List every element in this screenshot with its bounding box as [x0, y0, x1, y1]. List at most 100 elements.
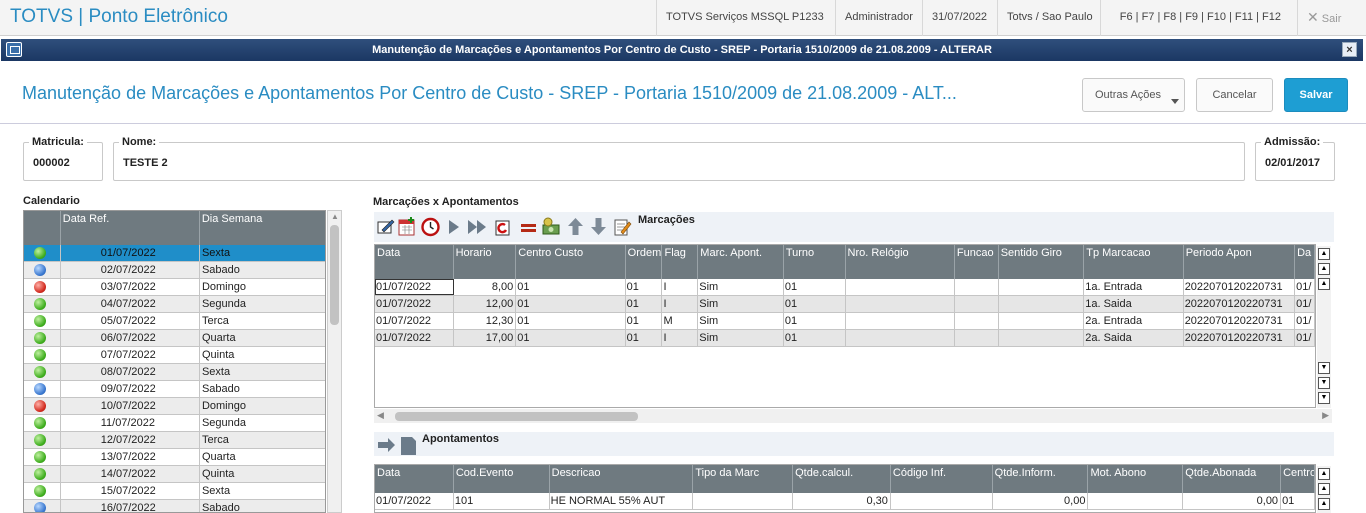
table-cell: 01	[516, 279, 626, 295]
table-row[interactable]: 01/07/2022 8,00 01 01 I Sim 01 1a. Entrada 20220…	[375, 279, 1315, 296]
calendar-row[interactable]: 12/07/2022 Terca	[24, 432, 325, 449]
column-header[interactable]: Centro	[1281, 465, 1315, 493]
calendar-row[interactable]: 08/07/2022 Sexta	[24, 364, 325, 381]
move-first-icon[interactable]: ▲	[1318, 248, 1330, 260]
move-down-icon[interactable]: ▼	[1318, 362, 1330, 374]
arrow-right-icon[interactable]	[377, 435, 396, 456]
calendar-row[interactable]: 03/07/2022 Domingo	[24, 279, 325, 296]
status-cell	[24, 466, 61, 482]
calendar-row[interactable]: 09/07/2022 Sabado	[24, 381, 325, 398]
calendar-row[interactable]: 07/07/2022 Quinta	[24, 347, 325, 364]
calendar-row[interactable]: 13/07/2022 Quarta	[24, 449, 325, 466]
column-header[interactable]: Funcao	[955, 245, 999, 279]
table-cell[interactable]: 01/07/2022	[375, 279, 454, 295]
column-header[interactable]: Tipo da Marc	[693, 465, 794, 493]
calendar-add-icon[interactable]	[398, 216, 417, 237]
calendar-row[interactable]: 11/07/2022 Segunda	[24, 415, 325, 432]
move-up-page-icon[interactable]: ▲	[1318, 263, 1330, 275]
calendar-row[interactable]: 06/07/2022 Quarta	[24, 330, 325, 347]
table-row[interactable]: 01/07/2022 101 HE NORMAL 55% AUT 0,30 0,00 0,…	[375, 493, 1315, 510]
document-icon[interactable]	[399, 435, 418, 456]
column-header[interactable]: Dia Semana	[200, 211, 325, 245]
calendar-row[interactable]: 14/07/2022 Quinta	[24, 466, 325, 483]
table-cell: 01	[784, 279, 846, 295]
date-cell: 02/07/2022	[61, 262, 200, 278]
column-header[interactable]: Data Ref.	[61, 211, 200, 245]
shortcut-keys[interactable]: F6 | F7 | F8 | F9 | F10 | F11 | F12	[1100, 0, 1290, 36]
table-cell: Sim	[698, 313, 784, 329]
move-last-icon[interactable]: ▼	[1318, 392, 1330, 404]
column-header[interactable]: Qtde.Inform.	[993, 465, 1089, 493]
money-icon[interactable]	[542, 216, 561, 237]
table-cell: I	[662, 279, 699, 295]
table-cell	[955, 279, 999, 295]
column-header[interactable]: Data	[375, 245, 454, 279]
last-icon[interactable]	[466, 216, 490, 237]
column-header[interactable]: Periodo Apon	[1184, 245, 1296, 279]
column-header[interactable]: Tp Marcacao	[1084, 245, 1184, 279]
move-up-icon[interactable]: ▲	[1318, 498, 1330, 510]
table-row[interactable]: 01/07/2022 12,00 01 01 I Sim 01 1a. Saida 202207…	[375, 296, 1315, 313]
undo-icon[interactable]	[493, 216, 512, 237]
table-cell[interactable]: 01/07/2022	[375, 330, 454, 346]
column-header[interactable]: Código Inf.	[891, 465, 993, 493]
cancel-button[interactable]: Cancelar	[1196, 78, 1273, 112]
note-edit-icon[interactable]	[613, 216, 632, 237]
clock-icon[interactable]	[421, 216, 440, 237]
column-header[interactable]: Turno	[784, 245, 846, 279]
edit-icon[interactable]	[377, 216, 396, 237]
calendar-row[interactable]: 16/07/2022 Sabado	[24, 500, 325, 512]
table-row[interactable]: 01/07/2022 17,00 01 01 I Sim 01 2a. Saida 202207…	[375, 330, 1315, 347]
table-cell: 0,30	[793, 493, 891, 509]
column-header[interactable]: Descricao	[550, 465, 694, 493]
column-header[interactable]: Centro Custo	[516, 245, 626, 279]
table-row[interactable]: 01/07/2022 12,30 01 01 M Sim 01 2a. Entrada 2022…	[375, 313, 1315, 330]
day-cell: Quarta	[201, 451, 236, 463]
window-close-button[interactable]: ×	[1342, 42, 1357, 57]
marcacoes-horizontal-scrollbar[interactable]: ◀ ▶	[374, 409, 1332, 423]
scroll-thumb[interactable]	[330, 225, 339, 325]
move-down-page-icon[interactable]: ▼	[1318, 377, 1330, 389]
column-header[interactable]	[24, 211, 61, 245]
column-header[interactable]: Ordem	[626, 245, 663, 279]
save-button[interactable]: Salvar	[1284, 78, 1348, 112]
calendar-scrollbar[interactable]: ▲	[327, 210, 342, 513]
table-cell: HE NORMAL 55% AUT	[550, 493, 694, 509]
arrow-down-icon[interactable]	[589, 216, 608, 237]
calendar-row[interactable]: 01/07/2022 Sexta	[24, 245, 325, 262]
exit-button[interactable]: ✕ Sair	[1297, 0, 1359, 36]
table-cell[interactable]: 01/07/2022	[375, 296, 454, 312]
column-header[interactable]: Marc. Apont.	[698, 245, 784, 279]
column-header[interactable]: Qtde.calcul.	[793, 465, 891, 493]
calendar-row[interactable]: 05/07/2022 Terca	[24, 313, 325, 330]
scroll-up-arrow-icon[interactable]: ▲	[331, 212, 339, 221]
move-up-icon[interactable]: ▲	[1318, 278, 1330, 290]
date-cell: 14/07/2022	[61, 466, 200, 482]
calendar-row[interactable]: 04/07/2022 Segunda	[24, 296, 325, 313]
move-up-page-icon[interactable]: ▲	[1318, 483, 1330, 495]
column-header[interactable]: Flag	[662, 245, 699, 279]
column-header[interactable]: Da	[1295, 245, 1315, 279]
scroll-right-arrow-icon[interactable]: ▶	[1322, 410, 1329, 421]
column-header[interactable]: Horario	[454, 245, 517, 279]
column-header[interactable]: Mot. Abono	[1088, 465, 1184, 493]
marcacoes-header: Data Horario Centro Custo Ordem Flag Marc. Ap…	[375, 245, 1315, 279]
column-header[interactable]: Cod.Evento	[454, 465, 550, 493]
calendar-row[interactable]: 10/07/2022 Domingo	[24, 398, 325, 415]
arrow-up-icon[interactable]	[566, 216, 585, 237]
column-header[interactable]: Qtde.Abonada	[1183, 465, 1282, 493]
scroll-left-arrow-icon[interactable]: ◀	[377, 410, 384, 421]
other-actions-button[interactable]: Outras Ações	[1082, 78, 1185, 112]
column-header[interactable]: Sentido Giro	[999, 245, 1085, 279]
calendar-row[interactable]: 02/07/2022 Sabado	[24, 262, 325, 279]
calendar-row[interactable]: 15/07/2022 Sexta	[24, 483, 325, 500]
table-cell[interactable]: 01/07/2022	[375, 313, 454, 329]
nome-field[interactable]: TESTE 2	[113, 142, 1245, 181]
page-header: Manutenção de Marcações e Apontamentos P…	[0, 62, 1366, 124]
move-first-icon[interactable]: ▲	[1318, 468, 1330, 480]
scroll-thumb[interactable]	[395, 412, 638, 421]
equals-icon[interactable]	[519, 216, 538, 237]
next-icon[interactable]	[444, 216, 463, 237]
column-header[interactable]: Nro. Relógio	[846, 245, 955, 279]
column-header[interactable]: Data	[375, 465, 454, 493]
